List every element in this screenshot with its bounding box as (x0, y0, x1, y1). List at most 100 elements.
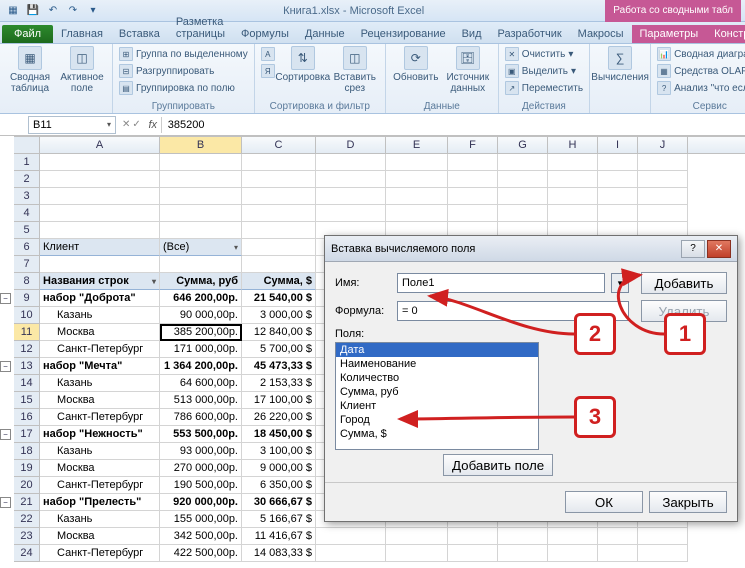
cell[interactable]: 90 000,00р. (160, 307, 242, 324)
cell[interactable]: 422 500,00р. (160, 545, 242, 562)
cell[interactable]: 17 100,00 $ (242, 392, 316, 409)
row-header[interactable]: 19 (14, 460, 40, 477)
cell[interactable]: 553 500,00р. (160, 426, 242, 443)
chevron-down-icon[interactable]: ▾ (107, 120, 111, 129)
cell[interactable]: Клиент (40, 239, 160, 256)
cell[interactable]: набор "Доброта" (40, 290, 160, 307)
cell[interactable]: набор "Мечта" (40, 358, 160, 375)
name-input[interactable] (397, 273, 605, 293)
col-header[interactable]: G (498, 137, 548, 153)
row-header[interactable]: 17− (14, 426, 40, 443)
cell[interactable] (316, 528, 386, 545)
row-header[interactable]: 5 (14, 222, 40, 239)
row-header[interactable]: 22 (14, 511, 40, 528)
slicer-button[interactable]: ◫Вставить срез (331, 46, 379, 94)
cell[interactable]: 646 200,00р. (160, 290, 242, 307)
row-header[interactable]: 15 (14, 392, 40, 409)
qat-dropdown-icon[interactable]: ▾ (84, 2, 102, 20)
cell[interactable] (498, 171, 548, 188)
select-button[interactable]: ▣Выделить ▾ (505, 63, 583, 79)
enter-icon[interactable]: ✓ (132, 119, 140, 130)
col-header[interactable]: A (40, 137, 160, 153)
cell[interactable] (386, 188, 448, 205)
cell[interactable] (448, 205, 498, 222)
cell[interactable]: Москва (40, 528, 160, 545)
col-header[interactable]: F (448, 137, 498, 153)
cell[interactable] (242, 205, 316, 222)
tab-data[interactable]: Данные (297, 25, 353, 43)
cell[interactable] (498, 188, 548, 205)
pivot-table-button[interactable]: ▦Сводная таблица (6, 46, 54, 94)
field-item[interactable]: Дата (336, 343, 538, 357)
cell[interactable]: (Все)▾ (160, 239, 242, 256)
save-icon[interactable]: 💾 (24, 2, 42, 20)
cell[interactable] (386, 545, 448, 562)
cell[interactable]: 18 450,00 $ (242, 426, 316, 443)
fields-list[interactable]: ДатаНаименованиеКоличествоСумма, рубКлие… (335, 342, 539, 450)
row-header[interactable]: 7 (14, 256, 40, 273)
help-button[interactable]: ? (681, 240, 705, 258)
sort-za[interactable]: Я (261, 63, 275, 79)
cell[interactable] (498, 528, 548, 545)
cell[interactable]: Санкт-Петербург (40, 341, 160, 358)
cell[interactable]: 155 000,00р. (160, 511, 242, 528)
row-header[interactable]: 11 (14, 324, 40, 341)
col-header[interactable]: B (160, 137, 242, 153)
undo-icon[interactable]: ↶ (44, 2, 62, 20)
cell[interactable] (548, 528, 598, 545)
cell[interactable]: 3 100,00 $ (242, 443, 316, 460)
cell[interactable]: 5 700,00 $ (242, 341, 316, 358)
excel-icon[interactable]: ▦ (4, 2, 22, 20)
cell[interactable]: Москва (40, 460, 160, 477)
cell[interactable] (638, 545, 688, 562)
row-header[interactable]: 10 (14, 307, 40, 324)
row-header[interactable]: 9− (14, 290, 40, 307)
cell[interactable] (160, 188, 242, 205)
cell[interactable]: 6 350,00 $ (242, 477, 316, 494)
cell[interactable] (40, 171, 160, 188)
col-header[interactable]: D (316, 137, 386, 153)
cell[interactable] (40, 154, 160, 171)
cell[interactable]: Санкт-Петербург (40, 477, 160, 494)
tab-file[interactable]: Файл (2, 25, 53, 43)
cell[interactable]: набор "Прелесть" (40, 494, 160, 511)
cell[interactable] (316, 154, 386, 171)
cell[interactable]: 93 000,00р. (160, 443, 242, 460)
cell[interactable]: Казань (40, 307, 160, 324)
cell[interactable] (598, 545, 638, 562)
cell[interactable]: Москва (40, 392, 160, 409)
row-header[interactable]: 6 (14, 239, 40, 256)
cell[interactable] (598, 528, 638, 545)
cell[interactable]: Сумма, руб (160, 273, 242, 290)
row-header[interactable]: 13− (14, 358, 40, 375)
cell[interactable]: Названия строк▾ (40, 273, 160, 290)
cell[interactable]: Москва (40, 324, 160, 341)
cell[interactable] (638, 205, 688, 222)
cell[interactable] (242, 154, 316, 171)
collapse-icon[interactable]: − (0, 429, 11, 440)
cell[interactable]: 5 166,67 $ (242, 511, 316, 528)
cell[interactable] (638, 528, 688, 545)
cell[interactable]: 171 000,00р. (160, 341, 242, 358)
pivot-chart[interactable]: 📊Сводная диаграмм (657, 46, 745, 62)
row-header[interactable]: 2 (14, 171, 40, 188)
close-button[interactable]: ✕ (707, 240, 731, 258)
select-all-corner[interactable] (14, 137, 40, 153)
cell[interactable]: 14 083,33 $ (242, 545, 316, 562)
cell[interactable] (638, 154, 688, 171)
col-header[interactable]: I (598, 137, 638, 153)
olap-tools[interactable]: ▦Средства OLAP ▾ (657, 63, 745, 79)
tab-developer[interactable]: Разработчик (490, 25, 570, 43)
cell[interactable] (498, 154, 548, 171)
cell[interactable] (40, 222, 160, 239)
cell[interactable] (242, 239, 316, 256)
row-header[interactable]: 24 (14, 545, 40, 562)
row-header[interactable]: 18 (14, 443, 40, 460)
row-header[interactable]: 3 (14, 188, 40, 205)
cell[interactable] (160, 154, 242, 171)
cell[interactable] (40, 205, 160, 222)
tab-insert[interactable]: Вставка (111, 25, 168, 43)
group-field[interactable]: ▤Группировка по полю (119, 80, 248, 96)
redo-icon[interactable]: ↷ (64, 2, 82, 20)
col-header[interactable]: J (638, 137, 688, 153)
